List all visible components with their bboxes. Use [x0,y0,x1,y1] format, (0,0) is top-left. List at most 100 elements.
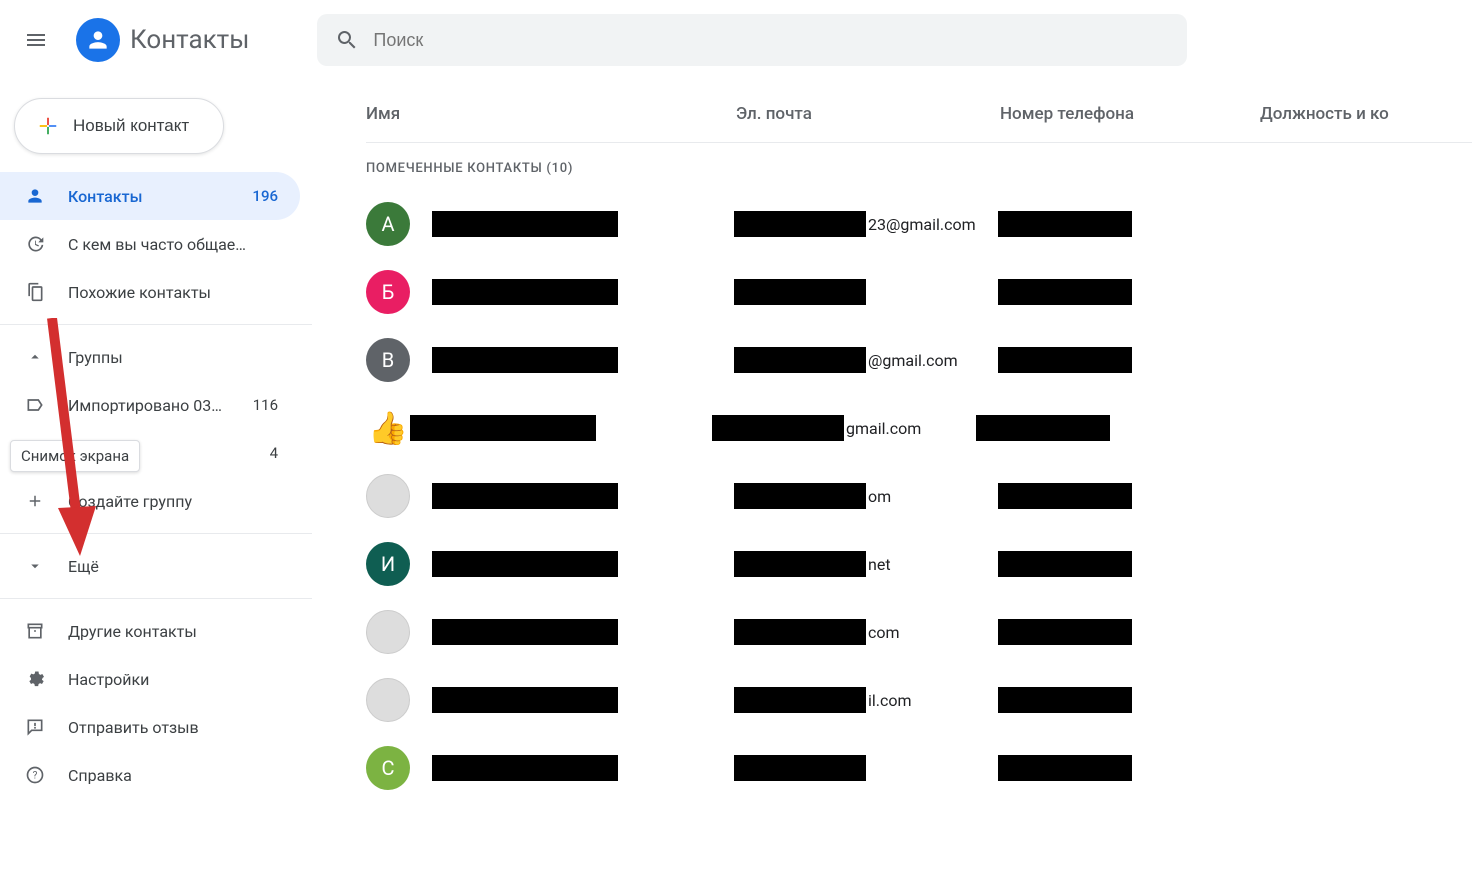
plus-icon [24,492,46,510]
sidebar-item-frequent[interactable]: С кем вы часто общае… [0,220,300,268]
redacted-phone [998,551,1132,577]
email-suffix: om [868,487,891,506]
group-count: 4 [270,444,278,462]
app-title: Контакты [130,25,249,55]
redacted-phone [976,415,1110,441]
sidebar-label: С кем вы часто общае… [68,235,278,254]
redacted-phone [998,755,1132,781]
sidebar-groups-header[interactable]: Группы [0,333,300,381]
contacts-logo-icon [76,18,120,62]
contact-row[interactable]: А 23@gmail.com [366,190,1472,258]
redacted-name [432,687,618,713]
avatar-photo [366,678,410,722]
email-suffix: 23@gmail.com [868,215,976,234]
plus-icon [37,115,59,137]
contact-row[interactable]: В@gmail.com [366,326,1472,394]
avatar-letter: А [366,202,410,246]
col-name: Имя [366,104,736,124]
redacted-name [432,279,618,305]
contact-row[interactable]: С [366,734,1472,802]
email-suffix: com [868,623,900,642]
redacted-email [734,279,866,305]
contact-row[interactable]: Иnet [366,530,1472,598]
svg-text:?: ? [33,770,38,781]
contacts-list: Имя Эл. почта Номер телефона Должность и… [312,80,1472,883]
redacted-name [410,415,596,441]
chevron-down-icon [24,557,46,575]
redacted-phone [998,483,1132,509]
redacted-name [432,755,618,781]
group-count: 116 [253,396,278,414]
new-contact-button[interactable]: Новый контакт [14,98,224,154]
feedback-icon [24,717,46,737]
sidebar-other-contacts[interactable]: Другие контакты [0,607,300,655]
col-email: Эл. почта [736,104,1000,124]
group-label: Импортировано 03… [68,396,231,415]
thumbs-up-icon: 👍 [366,406,410,450]
create-group-label: Создайте группу [68,492,278,511]
search-bar[interactable] [317,14,1187,66]
groups-label: Группы [68,348,278,367]
sidebar-more[interactable]: Ещё [0,542,300,590]
label-icon [24,395,46,415]
redacted-email [734,551,866,577]
main-menu-button[interactable] [12,16,60,64]
avatar-photo [366,610,410,654]
email-suffix: net [868,555,891,574]
redacted-email [734,211,866,237]
redacted-name [432,619,618,645]
redacted-phone [998,279,1132,305]
contact-row[interactable]: com [366,598,1472,666]
archive-icon [24,621,46,641]
sidebar-label: Похожие контакты [68,283,278,302]
columns-header: Имя Эл. почта Номер телефона Должность и… [366,80,1472,142]
sidebar-group-imported[interactable]: Импортировано 03… 116 [0,381,300,429]
contact-row[interactable]: il.com [366,666,1472,734]
redacted-email [734,483,866,509]
sidebar-item-merge[interactable]: Похожие контакты [0,268,300,316]
more-label: Ещё [68,557,278,576]
redacted-name [432,551,618,577]
sidebar-item-contacts[interactable]: Контакты 196 [0,172,300,220]
email-suffix: il.com [868,691,912,710]
email-suffix: gmail.com [846,419,921,438]
sidebar-settings[interactable]: Настройки [0,655,300,703]
redacted-phone [998,687,1132,713]
redacted-email [734,619,866,645]
avatar-photo [366,474,410,518]
help-icon: ? [24,765,46,785]
avatar-letter: С [366,746,410,790]
gear-icon [24,669,46,689]
sidebar-count: 196 [252,187,278,205]
sidebar-help[interactable]: ? Справка [0,751,300,799]
contact-row[interactable]: Б [366,258,1472,326]
redacted-email [734,347,866,373]
redacted-name [432,347,618,373]
sidebar-label: Контакты [68,187,230,206]
contact-row[interactable]: om [366,462,1472,530]
settings-label: Настройки [68,670,278,689]
feedback-label: Отправить отзыв [68,718,278,737]
redacted-phone [998,347,1132,373]
redacted-email [734,755,866,781]
search-input[interactable] [373,30,1169,51]
redacted-phone [998,211,1132,237]
contact-row[interactable]: 👍 gmail.com [366,394,1472,462]
new-contact-label: Новый контакт [73,116,189,136]
redacted-name [432,211,618,237]
help-label: Справка [68,766,278,785]
col-job: Должность и ко [1260,104,1472,124]
copy-icon [24,282,46,302]
avatar-letter: Б [366,270,410,314]
app-logo: Контакты [76,18,249,62]
redacted-phone [998,619,1132,645]
avatar-letter: В [366,338,410,382]
section-starred-title: ПОМЕЧЕННЫЕ КОНТАКТЫ (10) [366,143,1472,190]
col-phone: Номер телефона [1000,104,1260,124]
tooltip: Снимок экрана [10,440,140,472]
redacted-name [432,483,618,509]
sidebar-feedback[interactable]: Отправить отзыв [0,703,300,751]
chevron-up-icon [24,348,46,366]
menu-icon [24,28,48,52]
sidebar-create-group[interactable]: Создайте группу [0,477,300,525]
